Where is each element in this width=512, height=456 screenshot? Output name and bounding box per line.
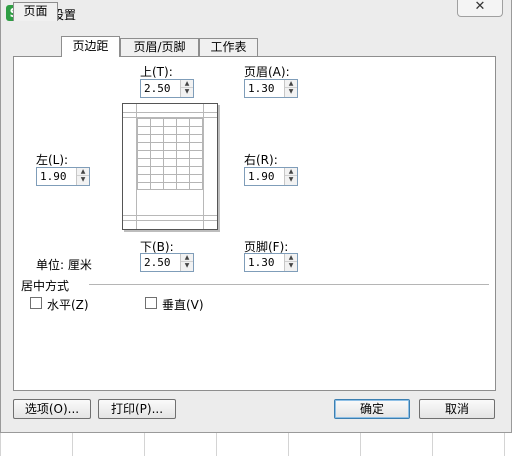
right-margin-label: 右(R): xyxy=(244,153,278,167)
header-margin-label: 页眉(A): xyxy=(244,65,290,79)
margins-panel: 上(T): 2.50 ▲ ▼ 页眉(A): 1.30 ▲ ▼ 左(L): 1.9… xyxy=(13,56,496,391)
decrement-icon[interactable]: ▼ xyxy=(181,88,193,96)
unit-label: 单位: 厘米 xyxy=(36,258,92,272)
title-bar: S 页面设置 ✕ xyxy=(1,0,511,28)
increment-icon[interactable]: ▲ xyxy=(181,80,193,88)
center-vertical-checkbox[interactable] xyxy=(145,297,157,309)
close-button[interactable]: ✕ xyxy=(457,0,503,17)
bottom-margin-spinner[interactable]: 2.50 ▲ ▼ xyxy=(140,253,194,272)
increment-icon[interactable]: ▲ xyxy=(77,168,89,176)
tab-sheet[interactable]: 工作表 xyxy=(199,38,258,57)
bottom-margin-value: 2.50 xyxy=(144,256,171,269)
spreadsheet-background xyxy=(0,432,512,456)
close-icon: ✕ xyxy=(474,0,486,14)
header-margin-value: 1.30 xyxy=(248,82,275,95)
section-divider xyxy=(89,284,489,285)
sheet-grid-preview xyxy=(137,118,203,190)
footer-margin-spinner[interactable]: 1.30 ▲ ▼ xyxy=(244,253,298,272)
cancel-button[interactable]: 取消 xyxy=(419,399,495,419)
tab-header-footer[interactable]: 页眉/页脚 xyxy=(120,38,199,57)
decrement-icon[interactable]: ▼ xyxy=(77,176,89,184)
increment-icon[interactable]: ▲ xyxy=(285,168,297,176)
decrement-icon[interactable]: ▼ xyxy=(181,262,193,270)
tab-page[interactable]: 页面 xyxy=(13,2,58,21)
center-vertical-label[interactable]: 垂直(V) xyxy=(162,296,204,313)
increment-icon[interactable]: ▲ xyxy=(285,254,297,262)
decrement-icon[interactable]: ▼ xyxy=(285,262,297,270)
left-margin-label: 左(L): xyxy=(36,153,69,167)
ok-button[interactable]: 确定 xyxy=(334,399,410,419)
print-button[interactable]: 打印(P)... xyxy=(98,399,176,419)
center-horizontal-checkbox[interactable] xyxy=(30,297,42,309)
right-margin-value: 1.90 xyxy=(248,170,275,183)
page-preview xyxy=(122,103,218,230)
page-setup-dialog: S 页面设置 ✕ 页面 页边距 页眉/页脚 工作表 上(T): 2.50 ▲ ▼… xyxy=(0,0,512,433)
right-margin-spinner[interactable]: 1.90 ▲ ▼ xyxy=(244,167,298,186)
left-margin-spinner[interactable]: 1.90 ▲ ▼ xyxy=(36,167,90,186)
increment-icon[interactable]: ▲ xyxy=(285,80,297,88)
top-margin-value: 2.50 xyxy=(144,82,171,95)
tab-margins[interactable]: 页边距 xyxy=(61,36,120,57)
top-margin-label: 上(T): xyxy=(140,65,173,79)
decrement-icon[interactable]: ▼ xyxy=(285,88,297,96)
increment-icon[interactable]: ▲ xyxy=(181,254,193,262)
footer-margin-value: 1.30 xyxy=(248,256,275,269)
top-margin-spinner[interactable]: 2.50 ▲ ▼ xyxy=(140,79,194,98)
left-margin-value: 1.90 xyxy=(40,170,67,183)
header-margin-spinner[interactable]: 1.30 ▲ ▼ xyxy=(244,79,298,98)
decrement-icon[interactable]: ▼ xyxy=(285,176,297,184)
options-button[interactable]: 选项(O)... xyxy=(13,399,91,419)
centering-heading: 居中方式 xyxy=(21,279,70,293)
center-horizontal-label[interactable]: 水平(Z) xyxy=(47,296,89,313)
